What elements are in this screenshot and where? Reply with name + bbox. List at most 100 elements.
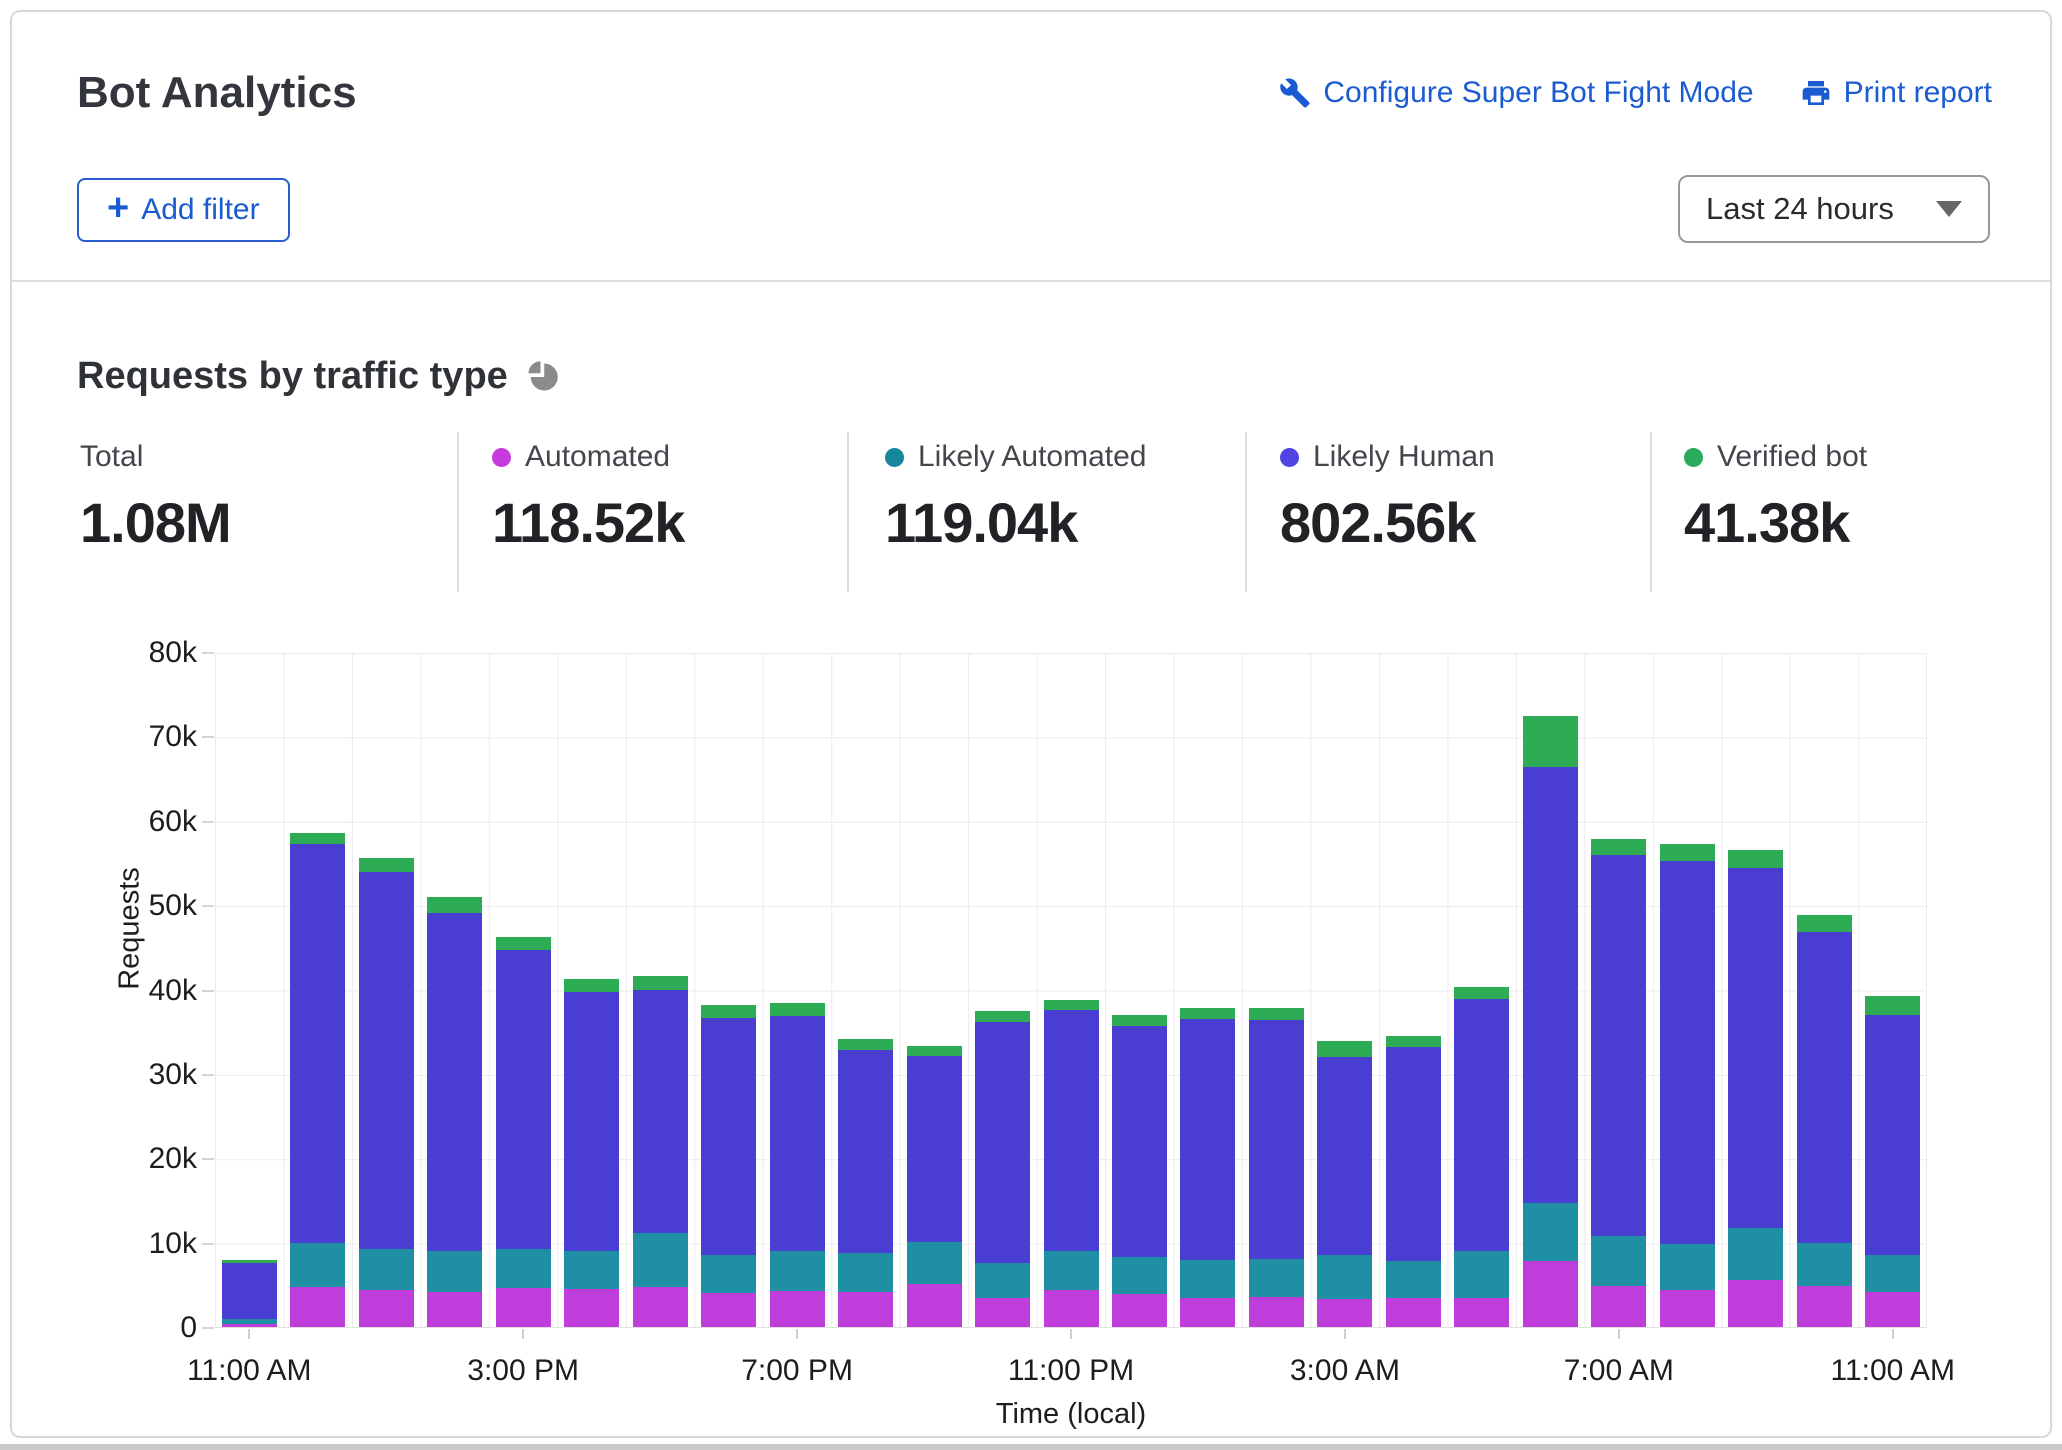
bar-segment-verified-bot — [1454, 987, 1509, 999]
bar-segment-likely-automated — [838, 1253, 893, 1293]
bar-7-00-am[interactable] — [1591, 839, 1646, 1327]
bar-1-00-am[interactable] — [1180, 1008, 1235, 1327]
bar-segment-automated — [1180, 1298, 1235, 1327]
bar-segment-automated — [1728, 1280, 1783, 1327]
bar-9-00-am[interactable] — [1728, 850, 1783, 1327]
bar-segment-likely-human — [427, 913, 482, 1251]
bar-11-00-pm[interactable] — [1044, 1000, 1099, 1327]
stat-automated: Automated 118.52k — [492, 440, 684, 555]
bar-9-00-pm[interactable] — [907, 1046, 962, 1327]
bar-1-00-pm[interactable] — [359, 858, 414, 1327]
bar-segment-verified-bot — [907, 1046, 962, 1056]
y-tick-mark — [202, 821, 214, 823]
bar-8-00-pm[interactable] — [838, 1039, 893, 1327]
bar-12-00-pm[interactable] — [290, 833, 345, 1327]
x-tick-label: 3:00 AM — [1290, 1354, 1400, 1388]
bar-10-00-pm[interactable] — [975, 1011, 1030, 1327]
stat-verified-bot: Verified bot 41.38k — [1684, 440, 1867, 555]
stat-divider — [1245, 432, 1247, 592]
stat-total-value: 1.08M — [80, 490, 231, 555]
bar-segment-automated — [1112, 1294, 1167, 1327]
bar-segment-automated — [1044, 1290, 1099, 1327]
bar-5-00-am[interactable] — [1454, 987, 1509, 1327]
bar-segment-automated — [770, 1291, 825, 1327]
bar-segment-likely-automated — [427, 1251, 482, 1292]
bar-4-00-pm[interactable] — [564, 979, 619, 1327]
stat-likely-human: Likely Human 802.56k — [1280, 440, 1495, 555]
stat-likely-human-value: 802.56k — [1280, 490, 1495, 555]
y-tick-mark — [202, 652, 214, 654]
bar-segment-likely-automated — [907, 1242, 962, 1284]
stat-divider — [1650, 432, 1652, 592]
bar-2-00-pm[interactable] — [427, 897, 482, 1327]
bar-3-00-am[interactable] — [1317, 1041, 1372, 1327]
y-tick-label: 10k — [77, 1227, 197, 1261]
bar-segment-likely-automated — [1660, 1244, 1715, 1290]
y-tick-label: 50k — [77, 889, 197, 923]
bar-segment-likely-human — [770, 1016, 825, 1251]
print-report-link[interactable]: Print report — [1800, 76, 1992, 110]
bar-segment-automated — [838, 1292, 893, 1327]
bar-segment-verified-bot — [838, 1039, 893, 1050]
bar-segment-likely-human — [633, 990, 688, 1232]
bar-8-00-am[interactable] — [1660, 844, 1715, 1327]
bar-6-00-pm[interactable] — [701, 1005, 756, 1327]
bar-10-00-am[interactable] — [1797, 915, 1852, 1327]
bar-segment-verified-bot — [359, 858, 414, 872]
bar-segment-likely-automated — [633, 1233, 688, 1288]
bar-5-00-pm[interactable] — [633, 976, 688, 1327]
bar-segment-likely-automated — [1454, 1251, 1509, 1297]
verified-bot-dot-icon — [1684, 448, 1703, 467]
bar-12-00-am[interactable] — [1112, 1015, 1167, 1327]
bar-segment-automated — [1591, 1286, 1646, 1327]
wrench-icon — [1279, 77, 1311, 109]
bar-11-00-am[interactable] — [222, 1260, 277, 1327]
print-link-label: Print report — [1844, 76, 1992, 110]
x-tick-mark — [1070, 1329, 1072, 1339]
stat-divider — [457, 432, 459, 592]
bot-analytics-card: Bot Analytics Configure Super Bot Fight … — [10, 10, 2052, 1438]
bar-segment-likely-automated — [496, 1249, 551, 1289]
stat-total-label: Total — [80, 440, 143, 474]
bar-2-00-am[interactable] — [1249, 1008, 1304, 1327]
chevron-down-icon — [1936, 201, 1962, 217]
header-divider — [12, 280, 2050, 282]
bar-11-00-am[interactable] — [1865, 996, 1920, 1327]
x-tick-label: 7:00 PM — [741, 1354, 853, 1388]
pie-chart-icon — [524, 359, 560, 395]
stat-likely-automated-label: Likely Automated — [918, 440, 1146, 474]
bar-segment-likely-automated — [564, 1251, 619, 1289]
section-heading: Requests by traffic type — [77, 355, 560, 398]
bar-7-00-pm[interactable] — [770, 1003, 825, 1327]
bar-3-00-pm[interactable] — [496, 937, 551, 1327]
x-tick-label: 7:00 AM — [1564, 1354, 1674, 1388]
time-range-dropdown[interactable]: Last 24 hours — [1678, 175, 1990, 243]
stat-verified-bot-value: 41.38k — [1684, 490, 1867, 555]
bar-segment-automated — [1660, 1290, 1715, 1327]
bar-segment-verified-bot — [564, 979, 619, 992]
bar-segment-automated — [1523, 1261, 1578, 1327]
bar-segment-likely-human — [975, 1022, 1030, 1263]
bar-segment-automated — [1317, 1299, 1372, 1327]
y-tick-label: 0 — [77, 1311, 197, 1345]
likely-automated-dot-icon — [885, 448, 904, 467]
bar-segment-likely-automated — [1797, 1243, 1852, 1286]
bar-segment-verified-bot — [1386, 1036, 1441, 1047]
y-tick-label: 60k — [77, 805, 197, 839]
bar-segment-verified-bot — [770, 1003, 825, 1016]
bar-segment-automated — [633, 1287, 688, 1327]
section-title: Requests by traffic type — [77, 355, 508, 398]
bar-segment-likely-automated — [1865, 1255, 1920, 1292]
bar-segment-verified-bot — [975, 1011, 1030, 1022]
configure-super-bot-fight-mode-link[interactable]: Configure Super Bot Fight Mode — [1279, 76, 1753, 110]
y-tick-label: 30k — [77, 1058, 197, 1092]
x-axis-title: Time (local) — [996, 1398, 1146, 1431]
bar-segment-verified-bot — [1317, 1041, 1372, 1057]
bar-6-00-am[interactable] — [1523, 716, 1578, 1327]
time-range-value: Last 24 hours — [1706, 191, 1894, 227]
add-filter-button[interactable]: + Add filter — [77, 178, 290, 242]
bar-segment-verified-bot — [1865, 996, 1920, 1015]
bar-segment-verified-bot — [1728, 850, 1783, 868]
bar-segment-likely-human — [1180, 1019, 1235, 1260]
bar-4-00-am[interactable] — [1386, 1036, 1441, 1327]
